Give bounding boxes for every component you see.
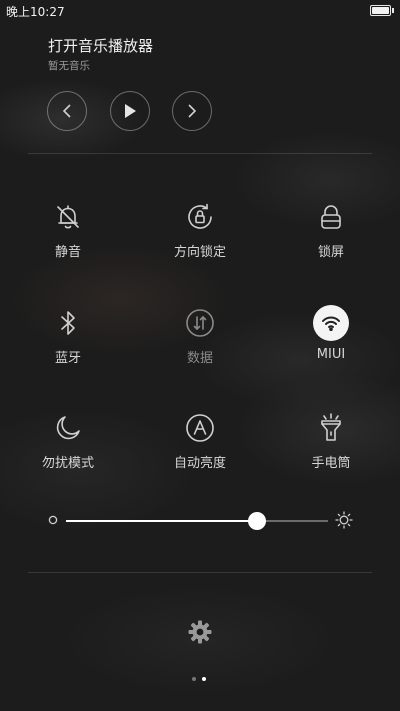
battery-icon — [370, 5, 394, 16]
brightness-low-icon — [48, 515, 58, 525]
toggle-label: 方向锁定 — [173, 245, 226, 260]
toggle-label: 手电筒 — [311, 456, 351, 471]
lock-icon — [313, 199, 349, 235]
brightness-slider-thumb[interactable] — [248, 512, 267, 530]
next-button[interactable] — [172, 91, 212, 131]
toggle-auto-brightness[interactable]: 自动亮度 — [140, 410, 260, 490]
page-dot — [192, 677, 196, 681]
toggle-label: 蓝牙 — [54, 351, 81, 366]
toggle-label: 锁屏 — [317, 245, 344, 260]
notification-shade: 晚上10:27 打开音乐播放器 暂无音乐 静音 方向锁定 锁屏 蓝牙 数据 MI… — [0, 0, 400, 711]
toggle-label: 自动亮度 — [173, 456, 226, 471]
brightness-slider-fill — [66, 520, 258, 522]
divider — [28, 153, 372, 154]
brightness-slider[interactable] — [66, 512, 328, 530]
toggle-label: MIUI — [316, 347, 346, 362]
bell-off-icon — [50, 199, 86, 235]
play-button[interactable] — [110, 91, 150, 131]
previous-icon — [62, 104, 71, 118]
page-dot — [202, 677, 206, 681]
toggle-flashlight[interactable]: 手电筒 — [271, 410, 391, 490]
auto-brightness-icon — [182, 410, 218, 446]
rotation-lock-icon — [182, 199, 218, 235]
bluetooth-icon — [50, 305, 86, 341]
wifi-toggle-circle — [313, 305, 349, 341]
wifi-icon — [313, 305, 349, 341]
mobile-data-icon — [182, 305, 218, 341]
toggle-mute[interactable]: 静音 — [8, 199, 128, 279]
previous-button[interactable] — [47, 91, 87, 131]
toggle-label: 勿扰模式 — [41, 456, 94, 471]
music-player-title[interactable]: 打开音乐播放器 — [48, 35, 153, 56]
toggle-wifi[interactable]: MIUI — [271, 305, 391, 385]
play-icon — [125, 104, 136, 118]
brightness-high-icon — [335, 511, 353, 529]
toggle-do-not-disturb[interactable]: 勿扰模式 — [8, 410, 128, 490]
moon-icon — [50, 410, 86, 446]
music-player-subtitle: 暂无音乐 — [48, 60, 90, 72]
toggle-label: 数据 — [186, 351, 213, 366]
next-icon — [188, 104, 197, 118]
divider — [28, 572, 372, 573]
toggle-label: 静音 — [54, 245, 81, 260]
flashlight-icon — [313, 410, 349, 446]
gear-icon[interactable] — [187, 619, 213, 645]
status-time: 晚上10:27 — [6, 5, 65, 19]
toggle-bluetooth[interactable]: 蓝牙 — [8, 305, 128, 385]
status-bar: 晚上10:27 — [0, 0, 400, 22]
toggle-mobile-data[interactable]: 数据 — [140, 305, 260, 385]
toggle-rotation-lock[interactable]: 方向锁定 — [140, 199, 260, 279]
toggle-lock-screen[interactable]: 锁屏 — [271, 199, 391, 279]
